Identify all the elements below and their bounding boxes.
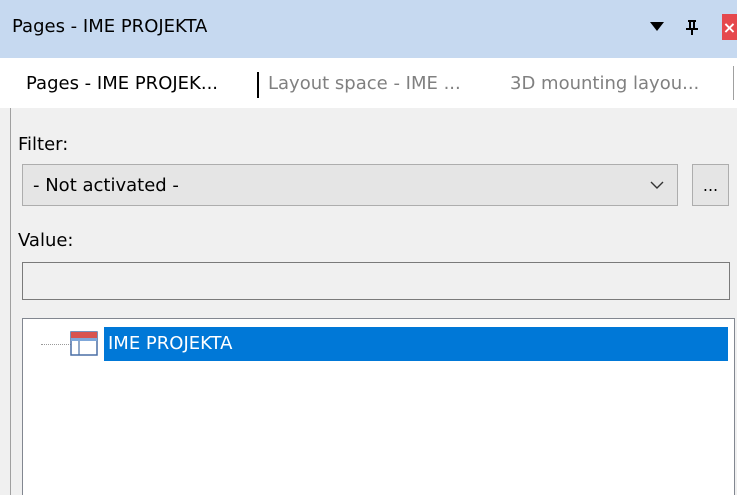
pin-button[interactable] bbox=[681, 14, 703, 40]
value-field[interactable] bbox=[22, 262, 730, 300]
pages-panel: Pages - IME PROJEKTA × Pages - IME PROJE… bbox=[0, 0, 737, 495]
page-tree[interactable]: IME PROJEKTA bbox=[22, 318, 735, 495]
value-label: Value: bbox=[18, 230, 74, 251]
pin-icon bbox=[686, 20, 698, 35]
close-icon: × bbox=[722, 17, 737, 37]
filter-browse-button[interactable]: ... bbox=[692, 164, 729, 206]
triangle-down-icon bbox=[650, 22, 664, 31]
tab-pages[interactable]: Pages - IME PROJEK... bbox=[26, 73, 218, 94]
filter-selected-value: - Not activated - bbox=[33, 175, 179, 196]
tab-3d-mounting-layout[interactable]: 3D mounting layou... bbox=[510, 73, 699, 94]
close-button[interactable]: × bbox=[722, 14, 737, 40]
panel-tabs: Pages - IME PROJEK... Layout space - IME… bbox=[0, 58, 737, 109]
chevron-down-icon bbox=[650, 181, 664, 189]
panel-left-border bbox=[10, 108, 11, 495]
panel-menu-button[interactable] bbox=[646, 14, 668, 40]
tabs-divider bbox=[733, 66, 734, 100]
tab-layout-space[interactable]: Layout space - IME ... bbox=[268, 73, 461, 94]
tree-item-label[interactable]: IME PROJEKTA bbox=[104, 327, 728, 361]
filter-label: Filter: bbox=[18, 134, 69, 155]
panel-title: Pages - IME PROJEKTA bbox=[12, 16, 208, 37]
project-icon bbox=[70, 331, 98, 356]
tree-item-project[interactable]: IME PROJEKTA bbox=[23, 327, 734, 361]
tab-separator bbox=[257, 72, 259, 98]
panel-body: Filter: - Not activated - ... Value: IME… bbox=[0, 108, 737, 495]
filter-select[interactable]: - Not activated - bbox=[22, 164, 678, 206]
panel-titlebar: Pages - IME PROJEKTA × bbox=[0, 0, 737, 58]
